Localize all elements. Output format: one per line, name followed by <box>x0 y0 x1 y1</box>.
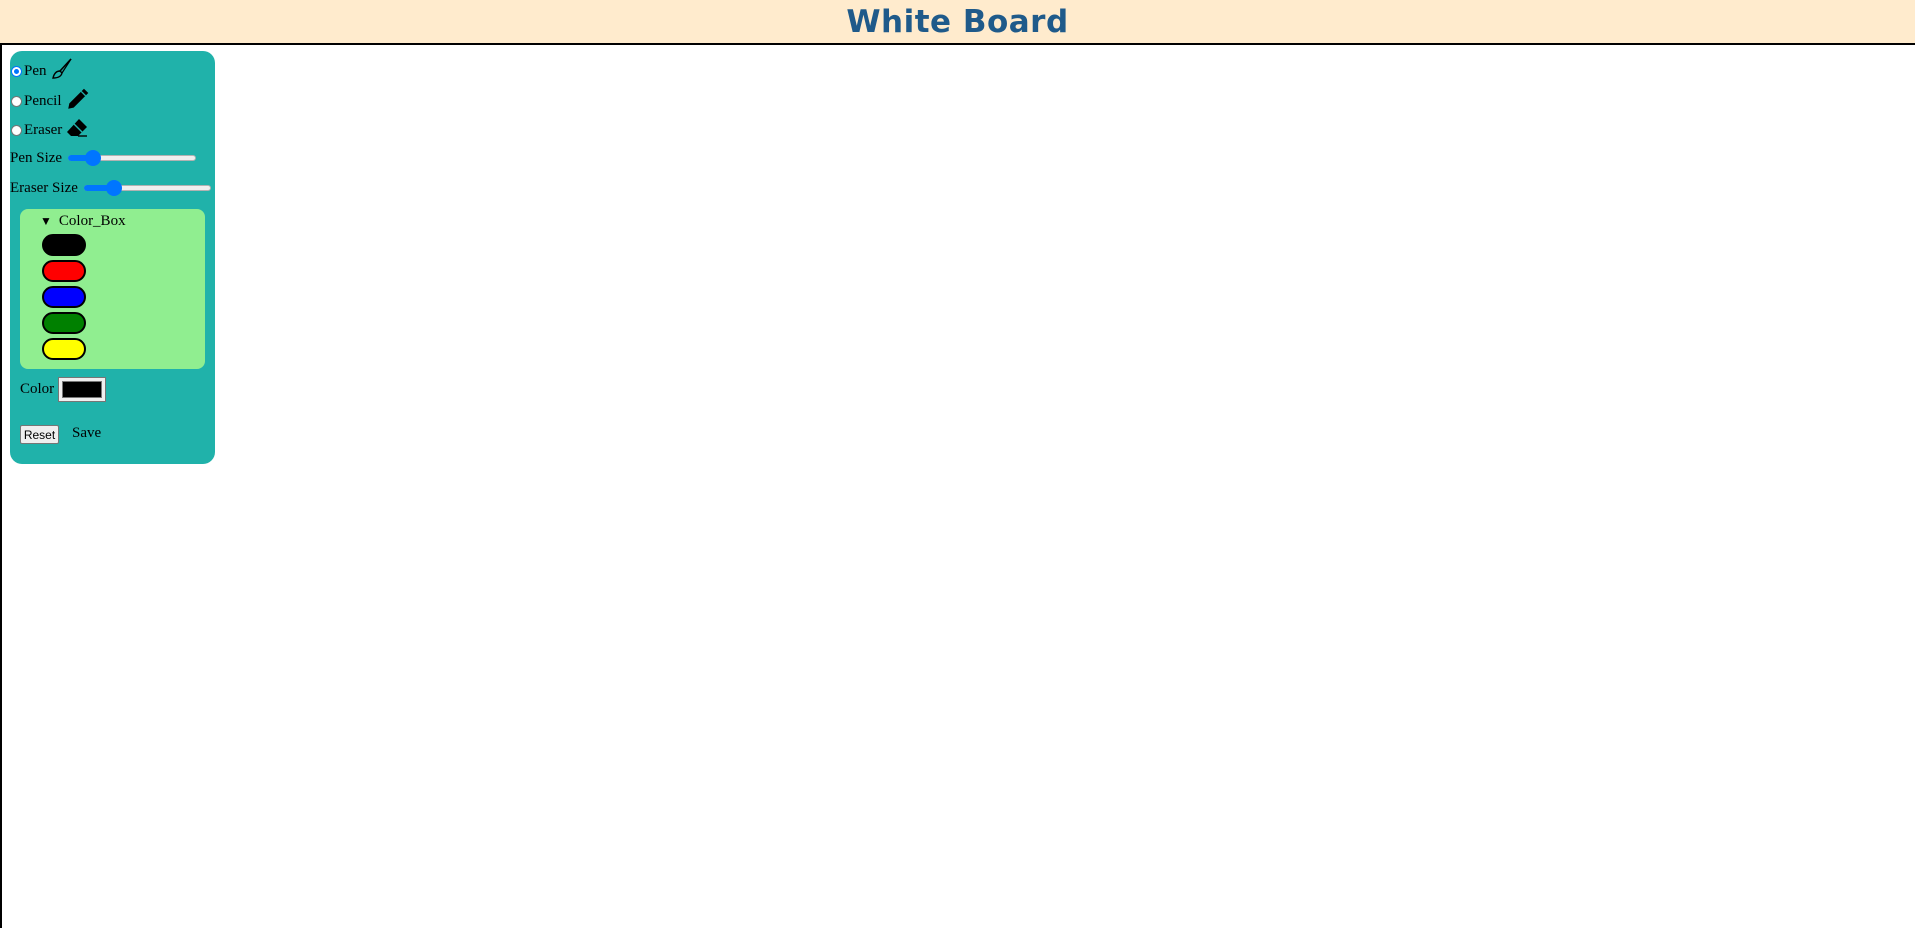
pen-label: Pen <box>24 62 47 79</box>
color-box-summary[interactable]: ▼ Color_Box <box>40 213 126 230</box>
swatch-red[interactable] <box>42 260 86 282</box>
color-picker-value <box>62 381 103 398</box>
pencil-label: Pencil <box>24 92 62 109</box>
eraser-size-label: Eraser Size <box>10 179 78 196</box>
color-box-details: ▼ Color_Box <box>20 209 205 369</box>
tool-pen[interactable]: Pen <box>10 57 74 86</box>
drawing-canvas[interactable] <box>0 45 1915 928</box>
swatch-black[interactable] <box>42 234 86 256</box>
swatch-blue[interactable] <box>42 286 86 308</box>
brush-icon <box>50 57 74 86</box>
page-title: White Board <box>846 3 1069 40</box>
disclosure-triangle-icon: ▼ <box>40 214 52 228</box>
eraser-size-slider[interactable] <box>83 177 211 199</box>
pencil-radio[interactable] <box>11 95 22 107</box>
pen-radio[interactable] <box>11 65 22 77</box>
color-box-summary-label: Color_Box <box>58 213 126 229</box>
pencil-icon <box>65 86 91 117</box>
pen-size-slider[interactable] <box>68 147 197 169</box>
tool-eraser[interactable]: Eraser <box>10 118 89 142</box>
eraser-icon <box>65 116 89 145</box>
color-picker-row: Color <box>20 377 107 402</box>
color-picker-input[interactable] <box>58 377 107 402</box>
swatch-yellow[interactable] <box>42 338 86 360</box>
color-label: Color <box>20 381 55 397</box>
app-header: White Board <box>0 0 1915 45</box>
toolbox-panel: Pen Pencil Eraser Pen Size Eraser Size ▼… <box>10 51 215 464</box>
eraser-label: Eraser <box>24 121 63 138</box>
tool-pencil[interactable]: Pencil <box>10 88 91 113</box>
eraser-size-slider-thumb[interactable] <box>106 180 123 196</box>
swatch-green[interactable] <box>42 312 86 334</box>
eraser-radio[interactable] <box>11 124 22 136</box>
reset-button[interactable]: Reset <box>20 425 59 444</box>
pen-size-label: Pen Size <box>10 149 63 166</box>
eraser-size-row: Eraser Size <box>10 177 211 199</box>
save-link[interactable]: Save <box>72 425 101 442</box>
pen-size-row: Pen Size <box>10 147 197 169</box>
pen-size-slider-thumb[interactable] <box>84 150 101 166</box>
